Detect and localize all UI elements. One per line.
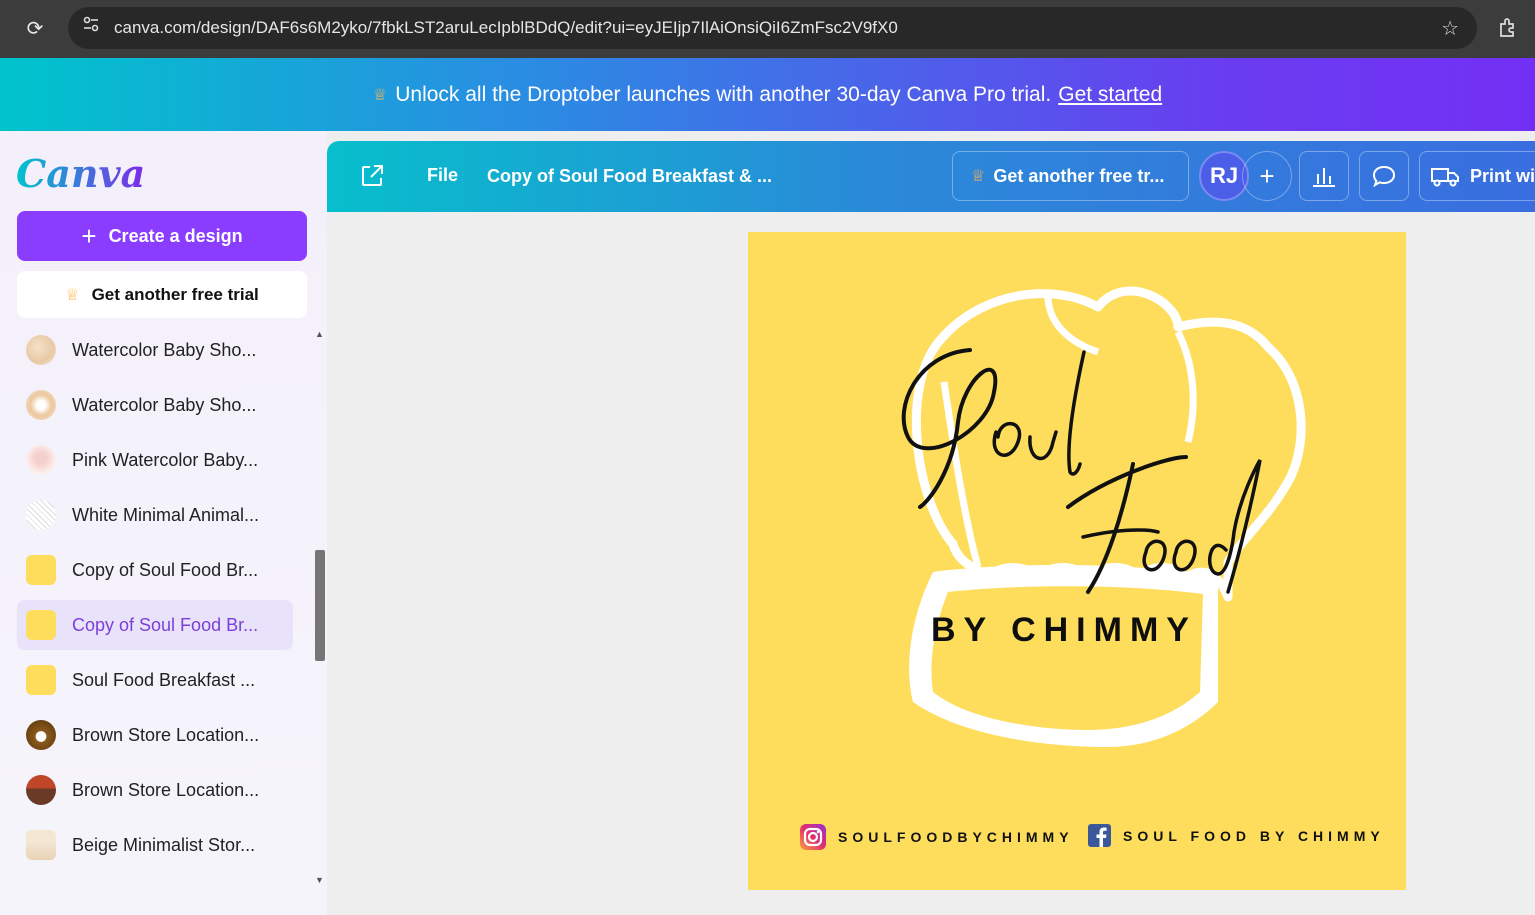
plus-icon: + (81, 221, 97, 251)
list-item[interactable]: Beige Minimalist Stor... (17, 820, 293, 870)
crown-icon: ♕ (65, 286, 80, 304)
print-button[interactable]: Print wi (1419, 151, 1535, 201)
comment-icon (1372, 165, 1396, 188)
list-item[interactable]: Copy of Soul Food Br... (17, 545, 293, 595)
address-bar[interactable]: canva.com/design/DAF6s6M2yko/7fbkLST2aru… (68, 7, 1477, 49)
browser-toolbar: ⟳ canva.com/design/DAF6s6M2yko/7fbkLST2a… (0, 0, 1535, 58)
free-trial-label: Get another free trial (91, 284, 259, 304)
design-thumbnail (26, 775, 56, 805)
free-trial-toolbar-button[interactable]: ♕ Get another free tr... (952, 151, 1189, 201)
design-title: White Minimal Animal... (72, 504, 260, 525)
extensions-icon[interactable] (1497, 16, 1521, 40)
list-item[interactable]: Soul Food Breakfast ... (17, 655, 293, 705)
print-label: Print wi (1470, 165, 1535, 186)
design-title: Pink Watercolor Baby... (72, 449, 259, 470)
design-title-field[interactable]: Copy of Soul Food Breakfast & ... (487, 166, 772, 187)
design-title: Brown Store Location... (72, 779, 260, 800)
sidebar: Canva + Create a design ♕ Get another fr… (0, 131, 327, 915)
facebook-icon (1088, 824, 1111, 847)
reload-icon[interactable]: ⟳ (22, 16, 48, 42)
design-title: Beige Minimalist Stor... (72, 834, 256, 855)
create-design-button[interactable]: + Create a design (17, 211, 307, 261)
design-title: Soul Food Breakfast ... (72, 669, 256, 690)
design-title: Watercolor Baby Sho... (72, 339, 257, 360)
bar-chart-icon (1313, 168, 1335, 187)
canva-logo[interactable]: Canva (16, 151, 145, 196)
list-item[interactable]: Pink Watercolor Baby... (17, 435, 293, 485)
truck-icon (1431, 168, 1459, 187)
list-item[interactable]: Watercolor Baby Sho... (17, 325, 293, 375)
open-external-icon[interactable] (359, 163, 385, 189)
design-thumbnail (26, 500, 56, 530)
facebook-text: SOUL FOOD BY CHIMMY (1123, 827, 1385, 844)
add-collaborator-button[interactable]: + (1242, 151, 1292, 201)
list-item[interactable]: Copy of Soul Food Br... (17, 600, 293, 650)
design-title: Copy of Soul Food Br... (72, 559, 259, 580)
design-thumbnail (26, 390, 56, 420)
url-text: canva.com/design/DAF6s6M2yko/7fbkLST2aru… (114, 18, 898, 37)
instagram-icon (800, 824, 826, 850)
free-trial-button[interactable]: ♕ Get another free trial (17, 271, 307, 318)
create-design-label: Create a design (108, 225, 243, 246)
instagram-text: SOULFOODBYCHIMMY (838, 829, 1074, 845)
crown-icon: ♕ (971, 168, 986, 185)
instagram-handle: SOULFOODBYCHIMMY (800, 824, 1074, 850)
list-item[interactable]: Brown Store Location... (17, 710, 293, 760)
free-trial-toolbar-label: Get another free tr... (993, 165, 1165, 186)
get-started-link[interactable]: Get started (1058, 83, 1162, 107)
design-thumbnail (26, 720, 56, 750)
crown-icon: ♕ (372, 86, 388, 104)
scroll-down-arrow-icon[interactable]: ▼ (315, 875, 324, 885)
promo-banner: ♕ Unlock all the Droptober launches with… (0, 58, 1535, 131)
design-title: Brown Store Location... (72, 724, 260, 745)
promo-text: Unlock all the Droptober launches with a… (395, 82, 1052, 106)
design-title: Watercolor Baby Sho... (72, 394, 257, 415)
sidebar-scrollbar[interactable] (315, 550, 325, 661)
list-item[interactable]: White Minimal Animal... (17, 490, 293, 540)
list-item[interactable]: Brown Store Location... (17, 765, 293, 815)
insights-button[interactable] (1299, 151, 1349, 201)
facebook-handle: SOUL FOOD BY CHIMMY (1088, 824, 1385, 847)
file-menu[interactable]: File (427, 165, 458, 186)
design-thumbnail (26, 610, 56, 640)
bookmark-star-icon[interactable]: ☆ (1441, 16, 1459, 41)
comment-button[interactable] (1359, 151, 1409, 201)
design-title: Copy of Soul Food Br... (72, 614, 259, 635)
chef-hat-illustration (901, 286, 1306, 747)
site-info-icon[interactable] (78, 15, 104, 41)
list-item[interactable]: Watercolor Baby Sho... (17, 380, 293, 430)
design-thumbnail (26, 445, 56, 475)
design-thumbnail (26, 555, 56, 585)
scroll-up-arrow-icon[interactable]: ▲ (315, 329, 324, 339)
design-thumbnail (26, 665, 56, 695)
design-canvas[interactable]: BY CHIMMY SOULFOODBYCHIMMY SOUL FOOD BY … (748, 232, 1406, 890)
design-subtitle: BY CHIMMY (931, 611, 1197, 649)
editor-toolbar: File Copy of Soul Food Breakfast & ... ♕… (327, 141, 1535, 212)
design-thumbnail (26, 830, 56, 860)
design-thumbnail (26, 335, 56, 365)
